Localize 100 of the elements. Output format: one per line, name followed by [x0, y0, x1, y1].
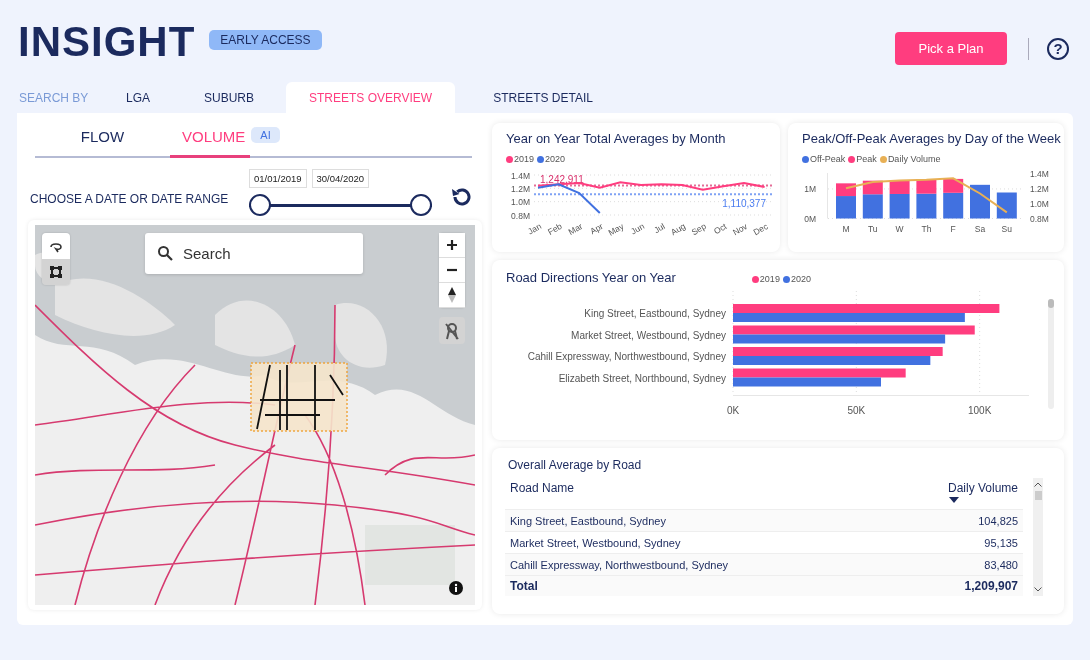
location-off-icon — [444, 321, 460, 340]
lasso-tool-button[interactable] — [42, 233, 70, 259]
axis-label: Jun — [629, 221, 646, 237]
axis-label: Oct — [711, 221, 729, 237]
axis-label: 0.8M — [1030, 214, 1049, 224]
axis-label: 1.2M — [1030, 183, 1049, 194]
axis-label: Tu — [868, 224, 878, 234]
zoom-out-button[interactable] — [439, 258, 465, 283]
table-cell: 95,135 — [984, 536, 1018, 549]
chart-title: Road Directions Year on Year — [506, 270, 676, 285]
total-cell: Total — [510, 579, 538, 593]
column-header[interactable]: Daily Volume — [947, 481, 1018, 495]
legend-dot — [506, 155, 513, 163]
axis-label: Su — [1001, 224, 1012, 234]
nav-tab[interactable]: LGA — [126, 91, 204, 113]
search-field[interactable]: Search — [145, 233, 363, 274]
legend-label: Off-Peak — [810, 154, 846, 164]
axis-label: 0M — [804, 214, 816, 224]
search-by-label: SEARCH BY — [18, 91, 90, 107]
search-icon — [157, 245, 173, 261]
compass-icon — [447, 287, 457, 303]
nav-tab[interactable]: STREETS DETAIL — [493, 91, 593, 113]
bar — [996, 192, 1017, 219]
category-label: Cahill Expressway, Northwestbound, Sydney — [527, 351, 726, 362]
legend-label: Peak — [856, 154, 877, 164]
axis-label: 1.4M — [511, 170, 530, 181]
legend-label: Daily Volume — [887, 154, 941, 164]
category-label: Market Street, Westbound, Sydney — [571, 329, 726, 341]
axis-label: Jul — [652, 221, 667, 236]
axis-label: Th — [921, 224, 932, 234]
chart-title: Year on Year Total Averages by Month — [506, 131, 727, 146]
legend-label: 2020 — [790, 274, 811, 284]
axis-label: Sa — [974, 224, 986, 234]
square-icon — [49, 265, 63, 279]
axis-label: F — [950, 224, 956, 234]
table-title: Overall Average by Road — [508, 458, 643, 472]
axis-label: 1M — [804, 184, 816, 195]
axis-label: M — [842, 224, 850, 234]
axis-label: 100K — [968, 405, 992, 416]
scroll-thumb[interactable] — [1034, 491, 1042, 500]
location-button[interactable] — [439, 317, 465, 344]
zoom-in-button[interactable] — [439, 233, 465, 258]
axis-label: 1.4M — [1030, 168, 1049, 179]
scroll-thumb[interactable] — [1048, 299, 1054, 308]
axis-label: Nov — [730, 221, 749, 238]
start-date-field[interactable]: 01/01/2019 — [249, 169, 307, 188]
end-date-field[interactable]: 30/04/2020 — [311, 169, 370, 188]
average-label: 1,110,377 — [722, 198, 766, 210]
bar — [970, 184, 990, 219]
legend-label: 2019 — [514, 154, 535, 164]
view-tab[interactable]: FLOW — [80, 128, 125, 145]
legend-dot — [802, 155, 809, 163]
legend-label: 2020 — [545, 154, 566, 164]
axis-label: Aug — [669, 221, 688, 238]
legend-dot — [848, 155, 856, 163]
axis-label: 0K — [726, 405, 740, 416]
table-cell: Cahill Expressway, Northwestbound, Sydney — [510, 558, 729, 571]
axis-label: Dec — [751, 221, 770, 238]
compass-button[interactable] — [439, 283, 465, 308]
average-label: 1,242,911 — [540, 174, 584, 186]
chevron-up-icon[interactable] — [1034, 482, 1042, 487]
legend-dot — [537, 155, 545, 163]
axis-label: 50K — [847, 405, 866, 416]
axis-label: Sep — [689, 221, 708, 238]
table-cell: 83,480 — [984, 558, 1018, 571]
app-logo: INSIGHT — [18, 17, 196, 66]
nav-tab[interactable]: SUBURB — [204, 91, 286, 113]
help-button[interactable]: ? — [1047, 37, 1069, 60]
legend-dot — [879, 155, 887, 163]
plus-icon — [446, 239, 458, 251]
table-cell: King Street, Eastbound, Sydney — [510, 514, 666, 527]
scrollbar[interactable] — [1033, 478, 1043, 596]
rectangle-tool-button[interactable] — [42, 259, 70, 285]
axis-label: 1.0M — [1030, 198, 1049, 209]
category-label: King Street, Eastbound, Sydney — [584, 308, 726, 319]
axis-label: W — [895, 224, 904, 234]
table-cell: Market Street, Westbound, Sydney — [510, 536, 681, 549]
axis-label: May — [606, 221, 626, 238]
legend-dot — [751, 275, 759, 283]
axis-label: Jan — [526, 221, 543, 237]
axis-label: Mar — [566, 221, 585, 238]
info-icon[interactable] — [449, 581, 463, 595]
category-label: Elizabeth Street, Northbound, Sydney — [558, 372, 726, 384]
date-range-label: CHOOSE A DATE OR DATE RANGE — [30, 192, 230, 208]
axis-label: 0.8M — [511, 210, 530, 221]
reset-icon[interactable] — [450, 186, 472, 208]
axis-label: Feb — [545, 221, 564, 238]
ai-badge: AI — [251, 127, 280, 143]
total-cell: 1,209,907 — [964, 579, 1018, 593]
axis-label: 1.2M — [511, 183, 530, 194]
date-range-slider[interactable] — [249, 194, 432, 216]
chart-title: Peak/Off-Peak Averages by Day of the Week — [802, 131, 1062, 146]
legend-label: 2019 — [759, 274, 780, 284]
early-access-badge: EARLY ACCESS — [209, 29, 322, 50]
axis-label: 1.0M — [511, 197, 530, 208]
scrollbar[interactable] — [1048, 299, 1054, 409]
axis-label: Apr — [588, 221, 605, 237]
chevron-down-icon[interactable] — [1034, 587, 1042, 592]
table-cell: 104,825 — [978, 514, 1018, 527]
column-header[interactable]: Road Name — [510, 481, 575, 495]
